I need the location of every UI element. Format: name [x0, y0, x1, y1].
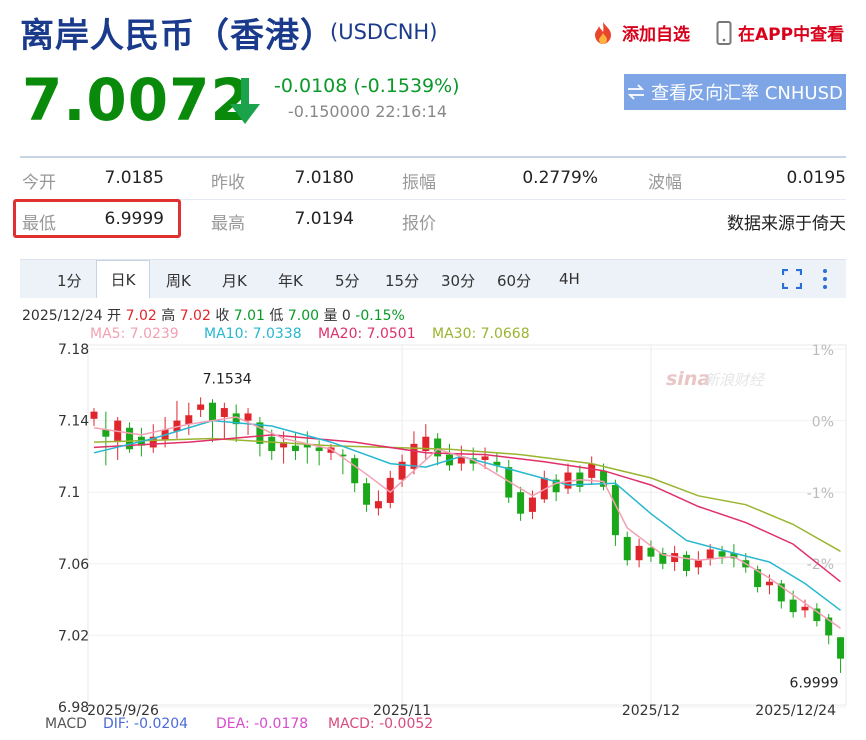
- y-tick-label: 7.14: [58, 414, 89, 430]
- macd-label: MACD: [45, 716, 87, 732]
- candle-body: [517, 492, 525, 514]
- candle-body: [244, 413, 252, 421]
- y-tick-label: 7.18: [58, 342, 89, 358]
- candle-body: [837, 637, 845, 659]
- candle-body: [623, 536, 631, 561]
- price-annotation: 7.1534: [203, 372, 252, 388]
- sina-finance-watermark: sina 新浪财经: [666, 368, 766, 390]
- y-tick-label: 7.02: [58, 628, 89, 644]
- x-tick-label: 2025/12/24: [755, 703, 836, 719]
- pct-tick-label: 1%: [812, 343, 834, 359]
- candle-body: [197, 404, 205, 410]
- candle-body: [185, 415, 193, 425]
- candle-body: [789, 599, 797, 613]
- macd-value: MACD: -0.0052: [328, 716, 434, 732]
- pct-tick-label: -1%: [807, 486, 834, 502]
- candle-body: [220, 408, 228, 418]
- plot-frame: [87, 344, 847, 706]
- y-tick-label: 6.98: [58, 700, 89, 716]
- candle-body: [374, 501, 382, 509]
- candle-body: [635, 545, 643, 561]
- candle-body: [268, 436, 276, 452]
- watermark-text: 新浪财经: [704, 371, 766, 389]
- pct-tick-label: 0%: [812, 414, 834, 430]
- candle-body: [647, 547, 655, 557]
- y-tick-label: 7.06: [58, 557, 89, 573]
- candle-body: [351, 458, 359, 484]
- candle-body: [291, 445, 299, 452]
- price-annotation: 6.9999: [790, 675, 839, 691]
- candle-body: [528, 497, 536, 512]
- candle-body: [718, 551, 726, 557]
- candle-body: [801, 606, 809, 611]
- candle-body: [765, 581, 773, 586]
- candlestick-chart: sina 新浪财经 7.18 7.14 7.1 7.06 7.02 6.98 1% 0% -1%…: [58, 342, 847, 719]
- macd-dea: DEA: -0.0178: [216, 716, 309, 732]
- candle-body: [706, 549, 714, 559]
- macd-dif: DIF: -0.0204: [103, 716, 189, 732]
- ma10-line: [93, 419, 841, 611]
- y-tick-label: 7.1: [58, 485, 80, 501]
- ma30-line: [93, 437, 841, 552]
- candle-body: [315, 447, 323, 452]
- candle-body: [481, 456, 489, 460]
- ma5-line: [93, 416, 841, 629]
- candle-body: [90, 411, 98, 419]
- candle-body: [363, 483, 371, 505]
- candle-body: [588, 463, 596, 478]
- x-tick-label: 2025/12: [622, 703, 680, 719]
- candle-body: [694, 560, 702, 568]
- ma20-line: [93, 434, 841, 583]
- candle-body: [209, 402, 216, 421]
